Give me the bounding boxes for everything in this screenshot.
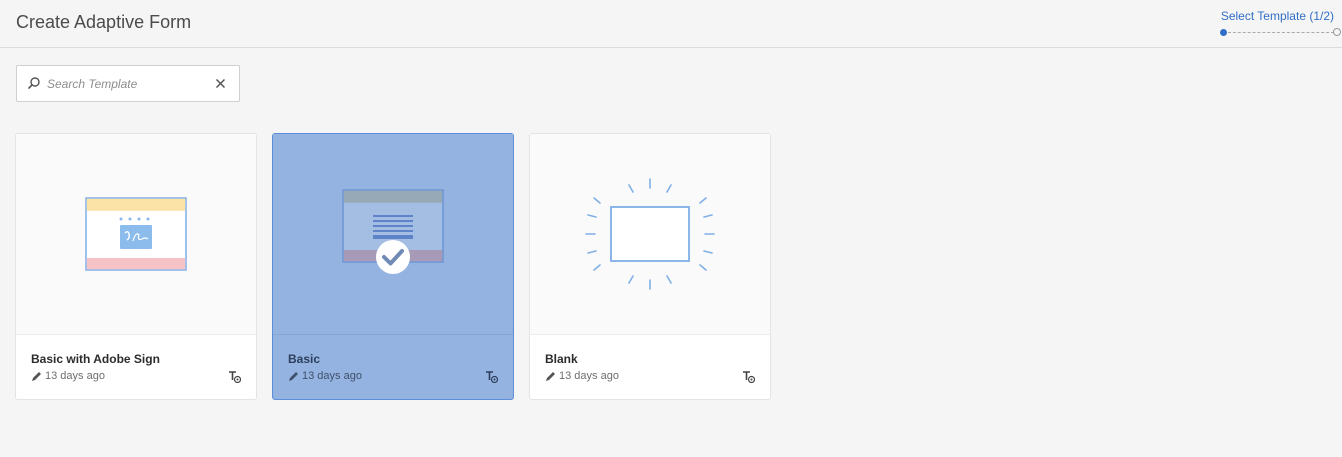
header: Create Adaptive Form Select Template (1/… bbox=[0, 0, 1342, 48]
template-title: Basic bbox=[288, 352, 321, 366]
close-icon[interactable] bbox=[214, 77, 227, 90]
wizard-progress: Select Template (1/2) bbox=[1212, 8, 1342, 42]
blank-template-illustration bbox=[585, 178, 715, 290]
page-title: Create Adaptive Form bbox=[16, 12, 192, 32]
checkmark-icon bbox=[376, 240, 410, 274]
wizard-connector bbox=[1228, 32, 1334, 33]
template-modified: 13 days ago bbox=[288, 370, 362, 382]
modified-label: 13 days ago bbox=[559, 370, 619, 382]
template-thumbnail bbox=[530, 134, 770, 335]
template-modified: 13 days ago bbox=[545, 370, 619, 382]
pencil-icon bbox=[289, 371, 298, 381]
template-title: Basic with Adobe Sign bbox=[31, 352, 160, 366]
template-thumbnail bbox=[273, 134, 513, 335]
wizard-step-2-dot bbox=[1333, 28, 1341, 36]
template-card-basic-with-adobe-sign[interactable]: Basic with Adobe Sign 13 days ago bbox=[15, 133, 257, 400]
basic-template-illustration bbox=[342, 189, 444, 274]
template-thumbnail bbox=[16, 134, 256, 335]
modified-label: 13 days ago bbox=[302, 370, 362, 382]
template-badge-icon bbox=[486, 371, 498, 383]
search-icon bbox=[28, 77, 40, 89]
template-modified: 13 days ago bbox=[31, 370, 105, 382]
adobe-sign-template-illustration bbox=[85, 197, 187, 271]
pencil-icon bbox=[32, 371, 41, 381]
template-title: Blank bbox=[545, 352, 578, 366]
template-card-basic[interactable]: Basic 13 days ago bbox=[272, 133, 514, 400]
wizard-step-label[interactable]: Select Template (1/2) bbox=[1221, 9, 1334, 23]
wizard-step-1-dot bbox=[1220, 29, 1227, 36]
template-card-blank[interactable]: Blank 13 days ago bbox=[529, 133, 771, 400]
pencil-icon bbox=[546, 371, 555, 381]
template-badge-icon bbox=[229, 371, 241, 383]
search-box bbox=[16, 65, 240, 102]
modified-label: 13 days ago bbox=[45, 370, 105, 382]
search-input[interactable] bbox=[47, 73, 207, 95]
template-badge-icon bbox=[743, 371, 755, 383]
